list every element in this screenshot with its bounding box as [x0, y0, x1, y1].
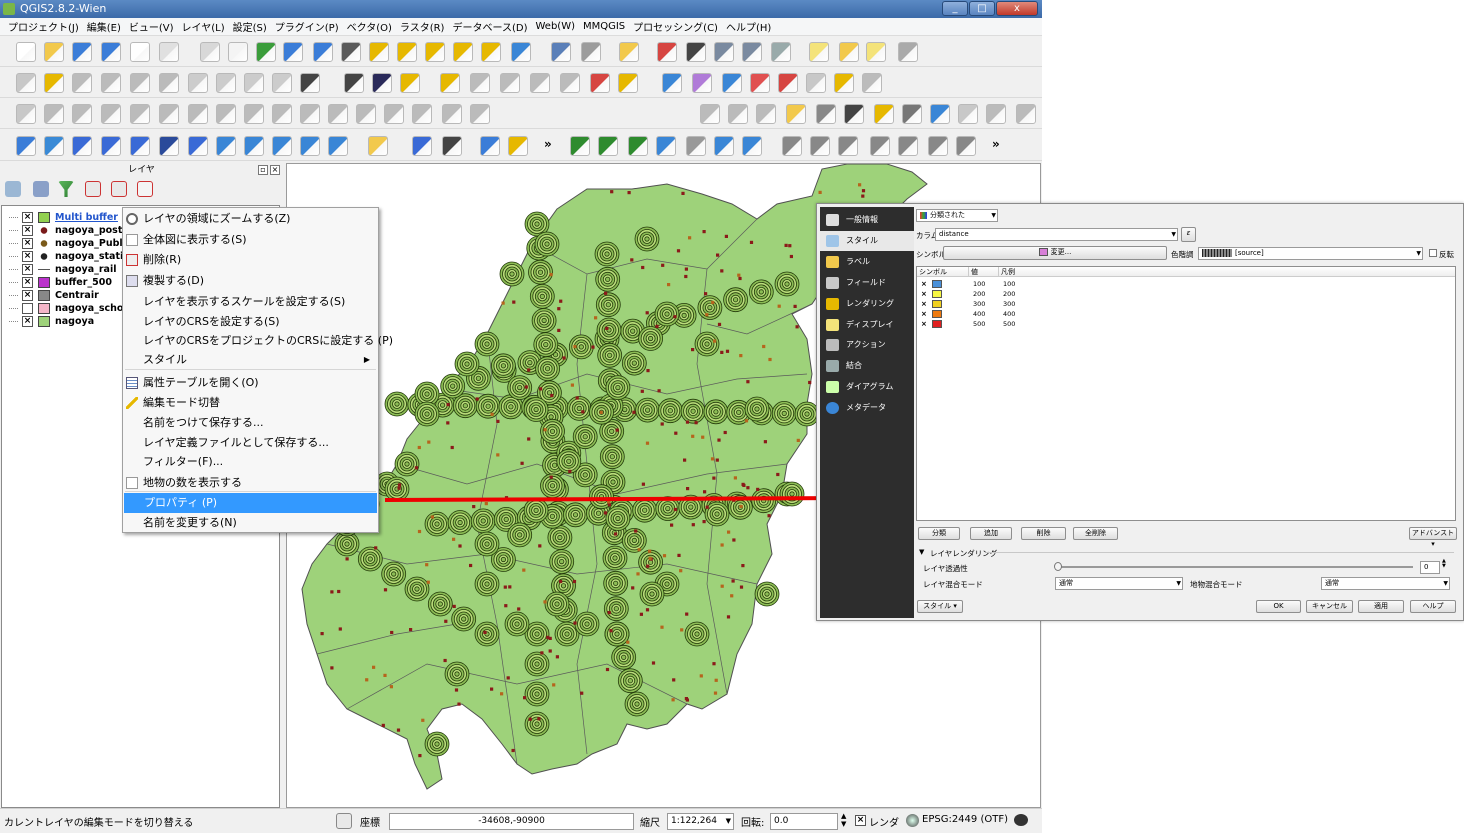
properties-sidebar: 一般情報スタイルラベルフィールドレンダリング ディスプレイ アクション結合ダイアグラ… — [820, 207, 914, 618]
properties-tab[interactable]: ラベル — [820, 252, 914, 272]
class-legend[interactable]: 400 — [1003, 309, 1015, 319]
display-icon — [826, 319, 839, 331]
class-row[interactable]: × 200 200 — [917, 289, 1217, 299]
class-symbol-swatch[interactable] — [932, 280, 942, 288]
transparency-spinbox[interactable]: 0 — [1420, 561, 1440, 574]
feature-blend-label: 地物混合モード — [1190, 580, 1243, 589]
class-symbol-swatch[interactable] — [932, 290, 942, 298]
properties-tab[interactable]: 結合 — [820, 356, 914, 376]
class-row[interactable]: × 400 400 — [917, 309, 1217, 319]
colorramp-combo[interactable]: [source] ▼ — [1198, 247, 1423, 260]
class-visible-checkbox[interactable]: × — [921, 289, 927, 299]
collapse-arrow-icon[interactable]: ▼ — [919, 548, 924, 556]
class-legend[interactable]: 100 — [1003, 279, 1015, 289]
class-value[interactable]: 300 — [973, 299, 985, 309]
symbol-change-button[interactable]: 変更... — [943, 246, 1167, 260]
class-legend[interactable]: 500 — [1003, 319, 1015, 329]
brush-icon — [826, 298, 839, 310]
transparency-slider[interactable] — [1058, 566, 1413, 568]
apply-button[interactable]: 適用 — [1358, 600, 1404, 613]
transparency-slider-handle[interactable] — [1054, 562, 1062, 571]
class-visible-checkbox[interactable]: × — [921, 319, 927, 329]
class-value[interactable]: 500 — [973, 319, 985, 329]
class-visible-checkbox[interactable]: × — [921, 309, 927, 319]
annotation-arrow-line — [384, 496, 861, 502]
class-value[interactable]: 100 — [973, 279, 985, 289]
info-icon — [826, 402, 839, 414]
layer-blend-combo[interactable]: 通常 ▼ — [1055, 577, 1183, 590]
ok-button[interactable]: OK — [1256, 600, 1301, 613]
class-value[interactable]: 200 — [973, 289, 985, 299]
class-visible-checkbox[interactable]: × — [921, 299, 927, 309]
class-row[interactable]: × 500 500 — [917, 319, 1217, 329]
properties-tab[interactable]: ディスプレイ — [820, 315, 914, 335]
class-visible-checkbox[interactable]: × — [921, 279, 927, 289]
classify-button[interactable]: 分類 — [918, 527, 960, 540]
properties-tab-label: ダイアグラム — [846, 382, 894, 391]
diagram-icon — [826, 381, 839, 393]
layer-rendering-label: レイヤレンダリング — [930, 549, 998, 558]
layer-blend-label: レイヤ混合モード — [923, 580, 983, 589]
properties-tab-label: ディスプレイ — [846, 320, 894, 329]
column-combo[interactable]: distance ▼ — [935, 228, 1178, 241]
help-button[interactable]: ヘルプ — [1410, 600, 1456, 613]
properties-tab[interactable]: アクション — [820, 335, 914, 355]
feature-blend-combo[interactable]: 通常 ▼ — [1321, 577, 1450, 590]
delete-all-button[interactable]: 全削除 — [1073, 527, 1118, 540]
fields-icon — [826, 277, 839, 289]
add-class-button[interactable]: 追加 — [970, 527, 1012, 540]
class-value[interactable]: 400 — [973, 309, 985, 319]
properties-tab[interactable]: スタイル — [820, 231, 914, 251]
symbol-label: シンボル — [916, 250, 946, 259]
invert-checkbox[interactable] — [1429, 249, 1437, 257]
header-value[interactable]: 値 — [969, 267, 999, 277]
properties-tab-label: 一般情報 — [846, 215, 878, 224]
header-symbol[interactable]: シンボル — [917, 267, 969, 277]
properties-tab-label: メタデータ — [846, 403, 886, 412]
classes-table[interactable]: シンボル 値 凡例 × 100 100 × 200 200 × 300 300 × 400 400 × 5… — [916, 266, 1456, 521]
properties-tab[interactable]: フィールド — [820, 273, 914, 293]
properties-tab-label: レンダリング — [846, 299, 894, 308]
properties-tab[interactable]: ダイアグラム — [820, 377, 914, 397]
tools-icon — [826, 214, 839, 226]
properties-tab-label: ラベル — [846, 257, 870, 266]
properties-tab-label: スタイル — [846, 236, 878, 245]
class-symbol-swatch[interactable] — [932, 310, 942, 318]
invert-label: 反転 — [1439, 250, 1454, 259]
properties-tab[interactable]: レンダリング — [820, 294, 914, 314]
style-icon — [826, 235, 839, 247]
transparency-label: レイヤ透過性 — [923, 564, 968, 573]
properties-tab[interactable]: 一般情報 — [820, 210, 914, 230]
advanced-button[interactable]: アドバンスト ▾ — [1409, 527, 1457, 548]
label-icon — [826, 256, 839, 268]
properties-tab[interactable]: メタデータ — [820, 398, 914, 418]
categorized-icon — [920, 212, 927, 219]
properties-tab-label: フィールド — [846, 278, 886, 287]
header-legend[interactable]: 凡例 — [999, 267, 1455, 277]
class-symbol-swatch[interactable] — [932, 320, 942, 328]
colorramp-label: 色階調 — [1171, 250, 1194, 259]
class-symbol-swatch[interactable] — [932, 300, 942, 308]
properties-tab-label: 結合 — [846, 361, 862, 370]
class-row[interactable]: × 300 300 — [917, 299, 1217, 309]
delete-class-button[interactable]: 削除 — [1021, 527, 1066, 540]
properties-tab-label: アクション — [846, 340, 886, 349]
rendering-divider — [986, 552, 1454, 553]
expression-button[interactable]: ε — [1181, 227, 1196, 242]
gear-icon — [826, 339, 839, 351]
renderer-combo[interactable]: 分類された ▼ — [916, 209, 998, 222]
class-legend[interactable]: 300 — [1003, 299, 1015, 309]
style-menu-button[interactable]: スタイル ▾ — [917, 600, 963, 613]
class-legend[interactable]: 200 — [1003, 289, 1015, 299]
class-row[interactable]: × 100 100 — [917, 279, 1217, 289]
cancel-button[interactable]: キャンセル — [1306, 600, 1353, 613]
join-icon — [826, 360, 839, 372]
transparency-spinner-icon[interactable]: ▲ ▼ — [1442, 559, 1446, 569]
